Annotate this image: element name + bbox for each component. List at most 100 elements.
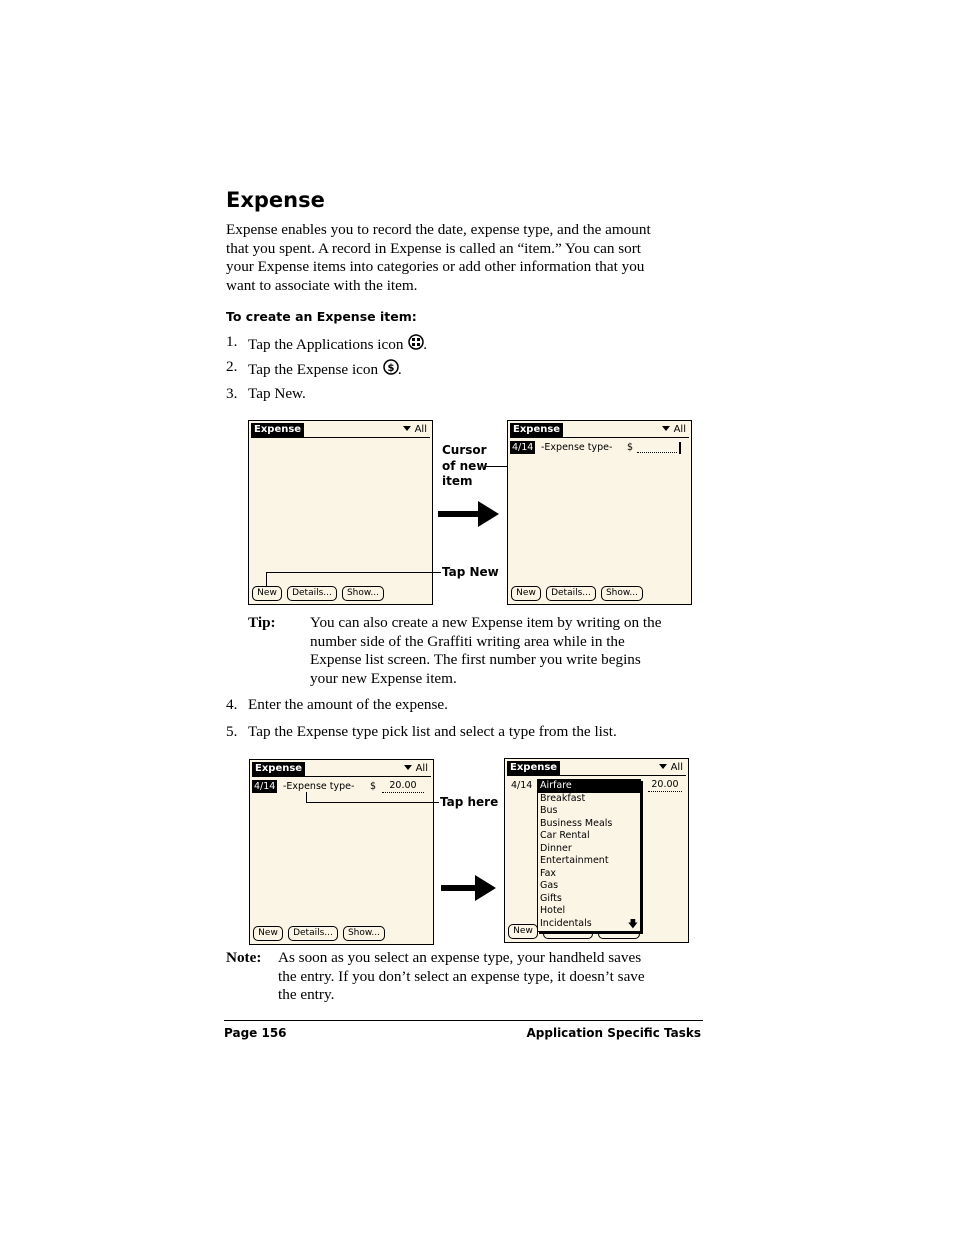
expense-type-picklist[interactable]: Airfare Breakfast Bus Business Meals Car… bbox=[537, 779, 641, 932]
step-3: 3. Tap New. bbox=[226, 385, 686, 405]
show-button[interactable]: Show... bbox=[342, 586, 384, 601]
picklist-item[interactable]: Business Meals bbox=[538, 818, 640, 831]
app-title-tab: Expense bbox=[252, 762, 306, 776]
triangle-down-icon bbox=[658, 764, 667, 769]
picklist-item[interactable]: Car Rental bbox=[538, 830, 640, 843]
new-button[interactable]: New bbox=[252, 586, 282, 601]
step-1: 1. Tap the Applications icon . bbox=[226, 333, 686, 353]
intro-line: want to associate with the item. bbox=[226, 277, 418, 295]
category-label: All bbox=[673, 424, 686, 435]
title-bar: Expense All bbox=[510, 423, 689, 438]
picklist-item[interactable]: Incidentals bbox=[538, 918, 640, 931]
date-field[interactable]: 4/14 bbox=[511, 779, 532, 793]
picklist-item[interactable]: Airfare bbox=[538, 780, 640, 793]
step-number: 1. bbox=[226, 333, 238, 350]
step-text: Enter the amount of the expense. bbox=[248, 696, 448, 713]
step-text: Tap the Expense type pick list and selec… bbox=[248, 723, 617, 740]
cursor-callout: Cursor of new item bbox=[442, 443, 487, 490]
triangle-down-icon bbox=[403, 765, 412, 770]
tap-here-leader-line bbox=[306, 802, 439, 803]
applications-icon bbox=[407, 333, 424, 350]
scroll-down-arrow-icon[interactable]: 🡇 bbox=[628, 920, 638, 930]
step-number: 2. bbox=[226, 358, 238, 375]
intro-line: your Expense items into categories or ad… bbox=[226, 258, 645, 276]
picklist-item[interactable]: Gifts bbox=[538, 893, 640, 906]
tip-label: Tip: bbox=[248, 614, 276, 631]
amount-field[interactable] bbox=[637, 452, 677, 453]
new-button[interactable]: New bbox=[508, 924, 538, 939]
currency-symbol: $ bbox=[370, 781, 377, 792]
right-arrow-icon bbox=[438, 501, 499, 527]
screen-empty-list: Expense All New Details... Show... bbox=[248, 420, 433, 605]
new-button[interactable]: New bbox=[253, 926, 283, 941]
screen-with-amount: Expense All 4/14 -Expense type- $ 20.00 … bbox=[249, 759, 434, 945]
expense-type-picker[interactable]: -Expense type- bbox=[541, 441, 612, 455]
picklist-item[interactable]: Dinner bbox=[538, 843, 640, 856]
picklist-item[interactable]: Hotel bbox=[538, 905, 640, 918]
procedure-heading: To create an Expense item: bbox=[226, 309, 417, 324]
category-picker[interactable]: All bbox=[403, 762, 428, 776]
page-title: Expense bbox=[226, 188, 325, 212]
step-number: 4. bbox=[226, 696, 238, 713]
app-title-tab: Expense bbox=[507, 761, 561, 775]
footer-rule bbox=[224, 1020, 703, 1021]
note-line: the entry. If you don’t select an expens… bbox=[278, 967, 645, 985]
screen-new-item: Expense All 4/14 -Expense type- $ New De… bbox=[507, 420, 692, 605]
category-picker[interactable]: All bbox=[658, 761, 683, 775]
title-bar: Expense All bbox=[252, 762, 431, 777]
amount-field[interactable]: 20.00 bbox=[382, 780, 424, 793]
step-end: . bbox=[423, 336, 428, 353]
step-number: 5. bbox=[226, 723, 238, 740]
note-text: As soon as you select an expense type, y… bbox=[278, 949, 645, 1005]
details-button[interactable]: Details... bbox=[288, 926, 338, 941]
step-4: 4. Enter the amount of the expense. bbox=[226, 696, 686, 716]
triangle-down-icon bbox=[661, 426, 670, 431]
category-label: All bbox=[414, 424, 427, 435]
expense-icon: $ bbox=[382, 358, 399, 375]
expense-item-row[interactable]: 4/14 -Expense type- $ 20.00 bbox=[252, 780, 431, 794]
amount-field[interactable]: 20.00 bbox=[648, 779, 682, 792]
category-picker[interactable]: All bbox=[661, 423, 686, 437]
step-end: . bbox=[397, 361, 402, 378]
title-bar: Expense All bbox=[507, 761, 686, 776]
step-5: 5. Tap the Expense type pick list and se… bbox=[226, 723, 686, 743]
show-button[interactable]: Show... bbox=[601, 586, 643, 601]
tap-new-leader-line bbox=[266, 572, 267, 586]
callout-line: of new bbox=[442, 458, 488, 473]
picklist-item[interactable]: Entertainment bbox=[538, 855, 640, 868]
step-2: 2. Tap the Expense icon $ . bbox=[226, 358, 686, 378]
date-field[interactable]: 4/14 bbox=[252, 780, 278, 793]
callout-line: item bbox=[442, 474, 473, 488]
tip-line: Expense list screen. The first number yo… bbox=[310, 651, 641, 669]
picklist-item[interactable]: Gas bbox=[538, 880, 640, 893]
category-label: All bbox=[670, 762, 683, 773]
app-title-tab: Expense bbox=[510, 423, 564, 437]
step-text: Tap the Expense icon bbox=[248, 361, 379, 378]
new-button[interactable]: New bbox=[511, 586, 541, 601]
currency-symbol: $ bbox=[627, 442, 634, 453]
intro-line: Expense enables you to record the date, … bbox=[226, 221, 651, 238]
title-bar: Expense All bbox=[251, 423, 430, 438]
step-text: Tap New. bbox=[248, 385, 306, 402]
show-button[interactable]: Show... bbox=[343, 926, 385, 941]
tap-here-callout: Tap here bbox=[440, 795, 499, 809]
svg-text:$: $ bbox=[387, 363, 394, 374]
note-line: As soon as you select an expense type, y… bbox=[278, 949, 642, 966]
callout-line: Cursor bbox=[442, 443, 487, 457]
intro-paragraph: Expense enables you to record the date, … bbox=[226, 221, 706, 296]
picklist-item[interactable]: Bus bbox=[538, 805, 640, 818]
expense-item-row[interactable]: 4/14 -Expense type- $ bbox=[510, 441, 689, 455]
expense-type-picker[interactable]: -Expense type- bbox=[283, 780, 354, 794]
date-field[interactable]: 4/14 bbox=[510, 441, 536, 454]
details-button[interactable]: Details... bbox=[287, 586, 337, 601]
intro-line: that you spent. A record in Expense is c… bbox=[226, 239, 642, 257]
tap-new-callout: Tap New bbox=[442, 565, 499, 579]
picklist-item[interactable]: Breakfast bbox=[538, 793, 640, 806]
tap-here-leader-line bbox=[306, 792, 307, 803]
tap-new-leader-line bbox=[266, 572, 441, 573]
category-picker[interactable]: All bbox=[402, 423, 427, 437]
picklist-item[interactable]: Fax bbox=[538, 868, 640, 881]
details-button[interactable]: Details... bbox=[546, 586, 596, 601]
text-cursor bbox=[679, 442, 681, 454]
step-number: 3. bbox=[226, 385, 238, 402]
